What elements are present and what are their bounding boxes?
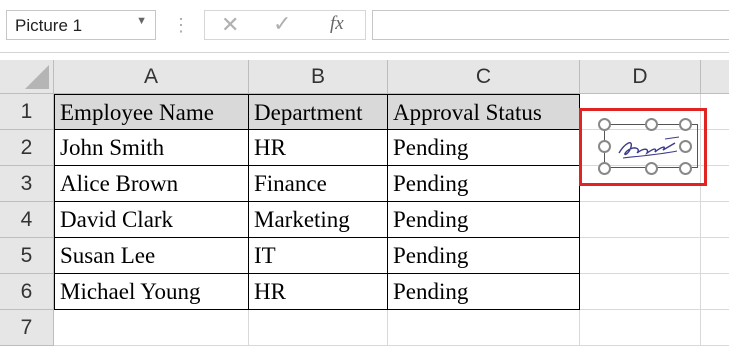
cell-a6[interactable]: Michael Young [54, 274, 249, 310]
formula-buttons: ✕ ✓ fx [204, 10, 366, 40]
cell-e7[interactable] [701, 310, 729, 346]
cell-b2[interactable]: HR [249, 130, 388, 166]
select-all-button[interactable] [0, 60, 54, 94]
cell-c1[interactable]: Approval Status [388, 94, 580, 130]
cell-e5[interactable] [701, 238, 729, 274]
cell-b1[interactable]: Department [249, 94, 388, 130]
column-header-e[interactable] [701, 60, 729, 94]
cell-c3[interactable]: Pending [388, 166, 580, 202]
cell-b4[interactable]: Marketing [249, 202, 388, 238]
chevron-down-icon[interactable]: ▼ [136, 15, 147, 27]
column-header-a[interactable]: A [54, 60, 249, 94]
resize-handle-bottom-left[interactable] [598, 162, 611, 175]
cell-d5[interactable] [580, 238, 701, 274]
cell-c4[interactable]: Pending [388, 202, 580, 238]
drag-handle-icon[interactable]: ⋮ [172, 12, 190, 38]
cell-a5[interactable]: Susan Lee [54, 238, 249, 274]
resize-handle-bottom[interactable] [645, 162, 658, 175]
cell-c2[interactable]: Pending [388, 130, 580, 166]
cell-a2[interactable]: John Smith [54, 130, 249, 166]
formula-input[interactable] [372, 10, 729, 40]
cancel-icon[interactable]: ✕ [221, 12, 239, 38]
row-header-6[interactable]: 6 [0, 274, 54, 310]
row-header-7[interactable]: 7 [0, 310, 54, 346]
cell-c5[interactable]: Pending [388, 238, 580, 274]
cell-e4[interactable] [701, 202, 729, 238]
resize-handle-right[interactable] [679, 140, 692, 153]
column-header-d[interactable]: D [580, 60, 701, 94]
spreadsheet-grid: A B C D 1 2 3 4 5 6 7 Employee Name Depa… [0, 60, 729, 346]
resize-handle-bottom-right[interactable] [679, 162, 692, 175]
cell-b3[interactable]: Finance [249, 166, 388, 202]
signature-picture[interactable] [598, 118, 698, 175]
cell-d4[interactable] [580, 202, 701, 238]
formula-bar: Picture 1 ▼ ⋮ ✕ ✓ fx [0, 0, 729, 53]
check-icon[interactable]: ✓ [273, 11, 291, 37]
cell-c6[interactable]: Pending [388, 274, 580, 310]
cell-d6[interactable] [580, 274, 701, 310]
cell-a4[interactable]: David Clark [54, 202, 249, 238]
name-box-value: Picture 1 [15, 16, 83, 35]
resize-handle-top-left[interactable] [598, 118, 611, 131]
cell-b7[interactable] [249, 310, 388, 346]
name-box[interactable]: Picture 1 ▼ [6, 10, 156, 40]
cell-a1[interactable]: Employee Name [54, 94, 249, 130]
resize-handle-left[interactable] [598, 140, 611, 153]
cell-b5[interactable]: IT [249, 238, 388, 274]
cell-b6[interactable]: HR [249, 274, 388, 310]
column-header-c[interactable]: C [388, 60, 580, 94]
column-header-b[interactable]: B [249, 60, 388, 94]
cell-a3[interactable]: Alice Brown [54, 166, 249, 202]
row-header-5[interactable]: 5 [0, 238, 54, 274]
cell-e6[interactable] [701, 274, 729, 310]
resize-handle-top[interactable] [645, 118, 658, 131]
row-header-3[interactable]: 3 [0, 166, 54, 202]
row-header-4[interactable]: 4 [0, 202, 54, 238]
select-all-icon [25, 65, 49, 89]
cell-c7[interactable] [388, 310, 580, 346]
row-header-1[interactable]: 1 [0, 94, 54, 130]
resize-handle-top-right[interactable] [679, 118, 692, 131]
row-header-2[interactable]: 2 [0, 130, 54, 166]
cell-a7[interactable] [54, 310, 249, 346]
insert-function-button[interactable]: fx [330, 13, 344, 35]
cell-d7[interactable] [580, 310, 701, 346]
